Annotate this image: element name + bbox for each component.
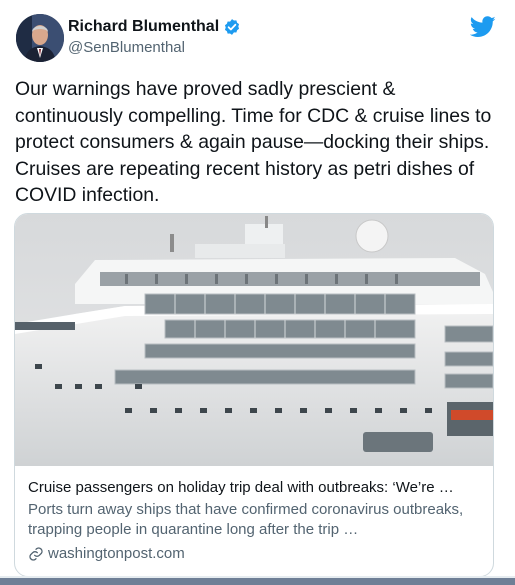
link-card[interactable]: Cruise passengers on holiday trip deal w…: [14, 213, 494, 577]
bottom-bar: [0, 578, 515, 585]
card-body: Cruise passengers on holiday trip deal w…: [28, 478, 484, 564]
card-description: Ports turn away ships that have confirme…: [28, 501, 464, 538]
author-display-name-row: Richard Blumenthal: [68, 16, 241, 38]
author-display-name[interactable]: Richard Blumenthal: [68, 16, 219, 38]
twitter-bird-icon[interactable]: [469, 16, 496, 38]
verified-badge-icon: [223, 18, 241, 36]
link-icon: [28, 546, 44, 562]
tweet-embed: Richard Blumenthal @SenBlumenthal Our wa…: [0, 0, 515, 585]
card-image-cruise-ship[interactable]: [15, 214, 493, 466]
card-title[interactable]: Cruise passengers on holiday trip deal w…: [28, 478, 484, 498]
tweet-text: Our warnings have proved sadly prescient…: [15, 78, 492, 206]
author-handle[interactable]: @SenBlumenthal: [68, 38, 241, 58]
avatar[interactable]: [16, 14, 64, 62]
author-names: Richard Blumenthal @SenBlumenthal: [68, 16, 241, 58]
card-domain[interactable]: washingtonpost.com: [48, 544, 185, 564]
card-domain-row: washingtonpost.com: [28, 544, 484, 564]
tweet-header: Richard Blumenthal @SenBlumenthal: [16, 14, 496, 66]
